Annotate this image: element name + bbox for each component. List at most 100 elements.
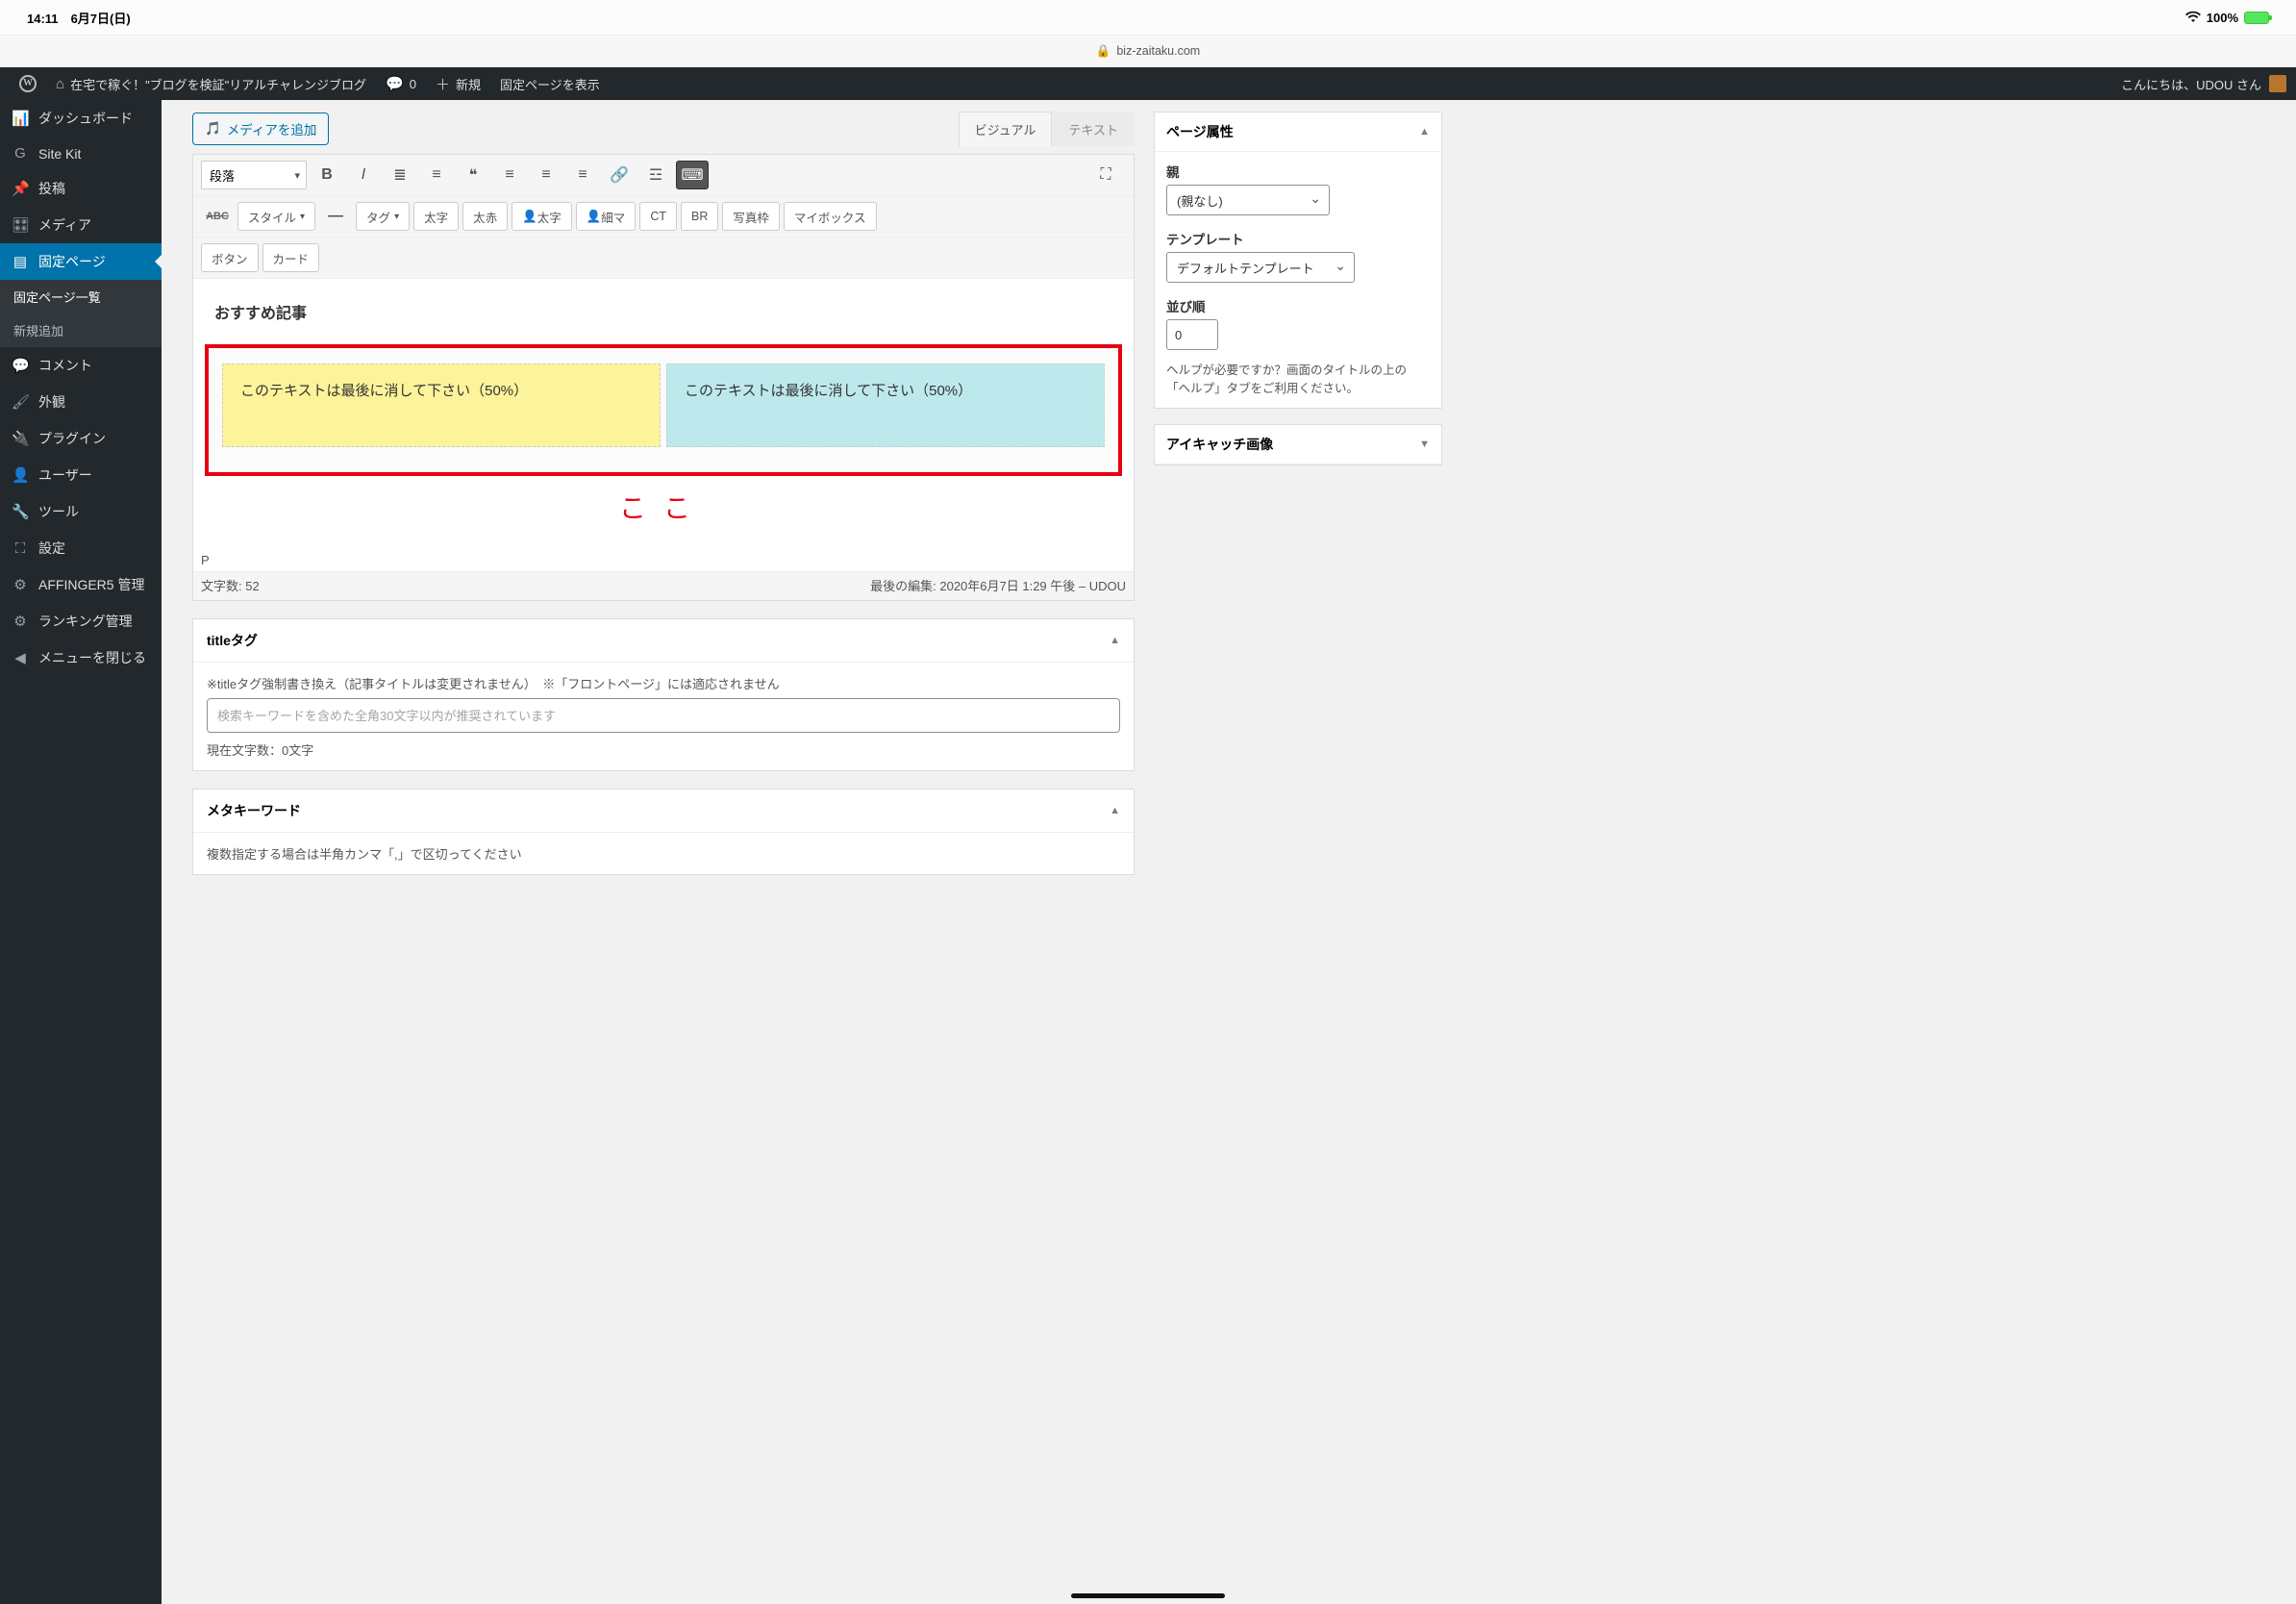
plus-icon: ＋ <box>436 74 450 94</box>
sidebar-subitem-0[interactable]: 固定ページ一覧 <box>0 280 162 313</box>
clearfmt-button[interactable]: ABC <box>201 202 234 231</box>
new-link[interactable]: ＋新規 <box>426 67 490 100</box>
browser-url-bar[interactable]: 🔒 biz-zaitaku.com <box>0 35 2296 67</box>
link-button[interactable]: 🔗 <box>603 161 636 189</box>
panel-attrs-header[interactable]: ページ属性▲ <box>1155 113 1441 152</box>
site-home-link[interactable]: ⌂在宅で稼ぐ！"ブログを検証"リアルチャレンジブログ <box>46 67 376 100</box>
sidebar-item-12[interactable]: ⚙ランキング管理 <box>0 603 162 639</box>
sidebar-label: ダッシュボード <box>38 109 133 128</box>
more-button[interactable]: ☲ <box>639 161 672 189</box>
avatar[interactable] <box>2269 75 2286 92</box>
chip-mybox[interactable]: マイボックス <box>784 202 877 231</box>
sidebar-icon: 👤 <box>12 466 29 484</box>
sidebar-item-9[interactable]: 🔧ツール <box>0 493 162 530</box>
ul-button[interactable]: ≣ <box>384 161 416 189</box>
wp-admin-toolbar: ⌂在宅で稼ぐ！"ブログを検証"リアルチャレンジブログ 💬0 ＋新規 固定ページを… <box>0 67 2296 100</box>
panel-thumb-header[interactable]: アイキャッチ画像▼ <box>1155 425 1441 464</box>
align-center-button[interactable]: ≡ <box>530 161 562 189</box>
tab-visual[interactable]: ビジュアル <box>959 112 1053 146</box>
bold-button[interactable]: B <box>311 161 343 189</box>
chip-photo[interactable]: 写真枠 <box>722 202 780 231</box>
chip-button[interactable]: ボタン <box>201 243 259 272</box>
chip-card[interactable]: カード <box>262 243 320 272</box>
attrs-parent-label: 親 <box>1166 162 1430 181</box>
title-tag-input[interactable] <box>207 698 1120 733</box>
comments-link[interactable]: 💬0 <box>376 67 426 100</box>
sidebar-item-6[interactable]: 🖌外観 <box>0 384 162 420</box>
person-icon: 👤 <box>586 210 602 224</box>
sidebar-label: 設定 <box>38 539 65 558</box>
column-left[interactable]: このテキストは最後に消して下さい（50%） <box>222 363 661 447</box>
more-icon: ☲ <box>649 165 662 185</box>
wp-logo-menu[interactable] <box>10 67 46 100</box>
quote-button[interactable]: ❝ <box>457 161 489 189</box>
ol-button[interactable]: ≡ <box>420 161 453 189</box>
chip-futored[interactable]: 太赤 <box>462 202 508 231</box>
sidebar-item-11[interactable]: ⚙AFFINGER5 管理 <box>0 566 162 603</box>
chip-br[interactable]: BR <box>681 202 718 231</box>
sidebar-icon: 📌 <box>12 180 29 197</box>
ipad-home-indicator[interactable] <box>1071 1593 1225 1598</box>
sidebar-subitem-1[interactable]: 新規追加 <box>0 313 162 347</box>
sidebar-item-2[interactable]: 📌投稿 <box>0 170 162 207</box>
column-right[interactable]: このテキストは最後に消して下さい（50%） <box>666 363 1105 447</box>
highlighted-block: このテキストは最後に消して下さい（50%） このテキストは最後に消して下さい（5… <box>205 344 1122 476</box>
metabox-metakw-header[interactable]: メタキーワード▲ <box>193 789 1134 833</box>
greeting-text[interactable]: こんにちは、UDOU さん <box>2121 75 2261 93</box>
sidebar-item-10[interactable]: ⛶設定 <box>0 530 162 566</box>
status-time: 14:11 <box>27 12 59 26</box>
editor-heading[interactable]: おすすめ記事 <box>209 296 1118 327</box>
format-select[interactable]: 段落 <box>201 161 307 189</box>
italic-button[interactable]: I <box>347 161 380 189</box>
panel-thumbnail: アイキャッチ画像▼ <box>1154 424 1442 465</box>
element-path[interactable]: P <box>193 549 1134 571</box>
sidebar-icon: 💬 <box>12 357 29 374</box>
fullscreen-button[interactable]: ⛶ <box>1089 161 1122 189</box>
align-left-button[interactable]: ≡ <box>493 161 526 189</box>
abc-icon: ABC <box>206 211 229 222</box>
chip-futoji[interactable]: 太字 <box>413 202 459 231</box>
sidebar-item-3[interactable]: 🎛メディア <box>0 207 162 243</box>
status-date: 6月7日(日) <box>71 12 131 26</box>
attrs-parent-select[interactable]: (親なし) <box>1166 185 1330 215</box>
sidebar-item-7[interactable]: 🔌プラグイン <box>0 420 162 457</box>
chip-ct[interactable]: CT <box>639 202 677 231</box>
sidebar-label: メニューを閉じる <box>38 648 146 667</box>
sidebar-item-13[interactable]: ◀メニューを閉じる <box>0 639 162 676</box>
style-select[interactable]: スタイル <box>237 202 315 231</box>
person-icon: 👤 <box>522 210 537 224</box>
sidebar-item-5[interactable]: 💬コメント <box>0 347 162 384</box>
align-right-button[interactable]: ≡ <box>566 161 599 189</box>
sidebar-label: ツール <box>38 502 79 521</box>
tag-select[interactable]: タグ <box>356 202 410 231</box>
attrs-tmpl-select[interactable]: デフォルトテンプレート <box>1166 252 1355 283</box>
tab-text[interactable]: テキスト <box>1052 112 1135 146</box>
hr-button[interactable]: — <box>319 202 352 231</box>
sidebar-label: 外観 <box>38 392 65 412</box>
kitchensink-button[interactable]: ⌨ <box>676 161 709 189</box>
sidebar-item-8[interactable]: 👤ユーザー <box>0 457 162 493</box>
sidebar-item-1[interactable]: GSite Kit <box>0 137 162 170</box>
last-edited: 最後の編集: 2020年6月7日 1:29 午後 – UDOU <box>870 576 1126 594</box>
battery-icon <box>2244 12 2269 24</box>
expand-icon: ⛶ <box>1100 166 1111 184</box>
sidebar-item-4[interactable]: ▤固定ページ <box>0 243 162 280</box>
attrs-order-input[interactable]: 0 <box>1166 319 1218 350</box>
metabox-title-tag-header[interactable]: titleタグ▲ <box>193 619 1134 663</box>
chip-person-bold[interactable]: 👤太字 <box>512 202 572 231</box>
sidebar-label: ランキング管理 <box>38 612 133 631</box>
media-icon: 🎵 <box>205 121 221 137</box>
sidebar-label: Site Kit <box>38 146 81 162</box>
sidebar-item-0[interactable]: 📊ダッシュボード <box>0 100 162 137</box>
title-tag-note: ※titleタグ強制書き換え（記事タイトルは変更されません） ※「フロントページ… <box>207 674 1120 692</box>
view-page-link[interactable]: 固定ページを表示 <box>490 67 610 100</box>
metabox-meta-keyword: メタキーワード▲ 複数指定する場合は半角カンマ「,」で区切ってください <box>192 789 1135 875</box>
admin-sidebar: 📊ダッシュボードGSite Kit📌投稿🎛メディア▤固定ページ固定ページ一覧新規… <box>0 100 162 1604</box>
link-icon: 🔗 <box>610 165 629 185</box>
editor-content-area[interactable]: おすすめ記事 このテキストは最後に消して下さい（50%） このテキストは最後に消… <box>193 279 1134 526</box>
chip-person-small[interactable]: 👤細マ <box>576 202 636 231</box>
attrs-order-label: 並び順 <box>1166 296 1430 315</box>
attrs-tmpl-label: テンプレート <box>1166 229 1430 248</box>
wifi-icon <box>2185 11 2201 25</box>
add-media-button[interactable]: 🎵 メディアを追加 <box>192 113 329 145</box>
